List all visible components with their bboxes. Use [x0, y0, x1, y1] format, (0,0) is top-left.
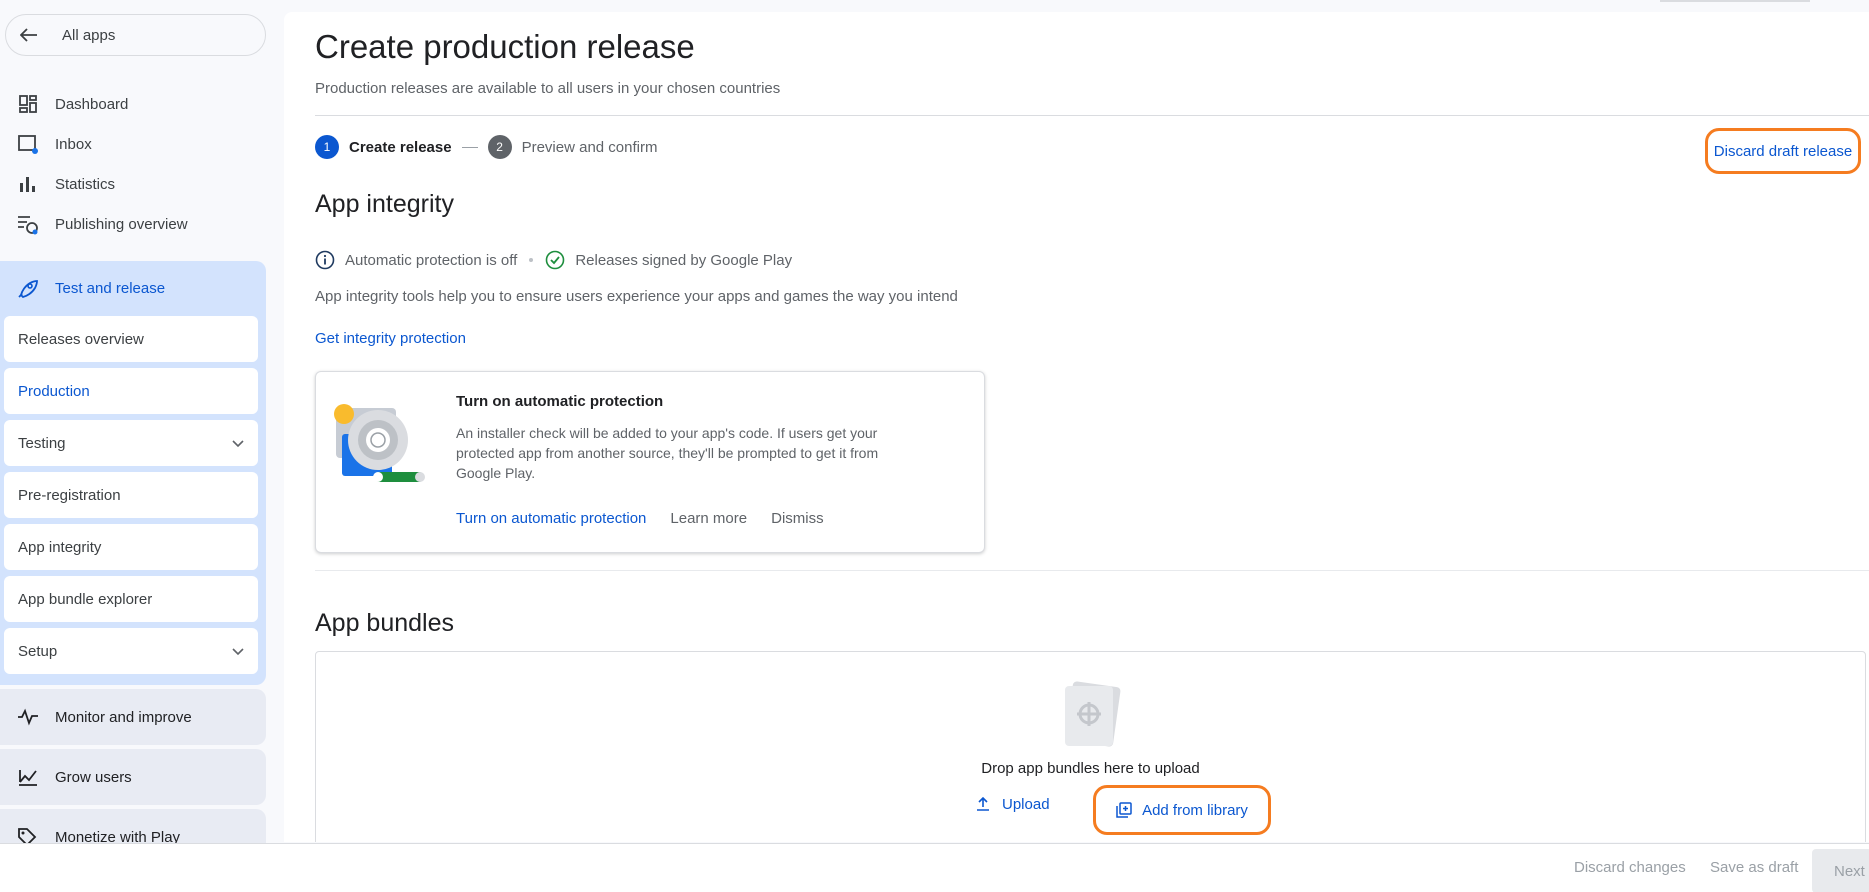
sidebar-item-app-bundle-explorer[interactable]: App bundle explorer [4, 576, 258, 622]
page-subtitle: Production releases are available to all… [315, 80, 781, 97]
upload-label: Upload [1002, 795, 1050, 813]
sidebar-item-label: Statistics [55, 175, 116, 193]
bar-chart-icon [17, 173, 39, 195]
rocket-icon [17, 277, 39, 299]
play-console-app: All apps Dashboard Inbox Statistics Publ… [0, 0, 1869, 892]
card-description: An installer check will be added to your… [456, 425, 879, 481]
step-create-release[interactable]: Create release [349, 139, 452, 156]
step-2-number: 2 [487, 135, 512, 159]
sidebar-item-label: Pre-registration [18, 486, 121, 504]
sidebar-item-label: Production [18, 382, 90, 400]
all-apps-button[interactable]: All apps [5, 14, 266, 56]
release-stepper: 1 Create release 2 Preview and confirm [315, 135, 657, 159]
main-content: Create production release Production rel… [284, 12, 1869, 842]
sidebar-item-dashboard[interactable]: Dashboard [0, 86, 266, 122]
all-apps-label: All apps [62, 26, 116, 44]
sidebar-item-testing[interactable]: Testing [4, 420, 258, 466]
inbox-icon [17, 133, 39, 155]
dismiss-button[interactable]: Dismiss [771, 510, 824, 527]
sidebar-item-label: Monitor and improve [55, 708, 192, 726]
sidebar-item-app-integrity[interactable]: App integrity [4, 524, 258, 570]
sidebar-item-label: Releases overview [18, 330, 144, 348]
chevron-down-icon [232, 435, 244, 452]
page-title: Create production release [315, 28, 695, 65]
sidebar-item-pre-registration[interactable]: Pre-registration [4, 472, 258, 518]
sidebar-item-label: App integrity [18, 538, 102, 556]
sidebar-item-statistics[interactable]: Statistics [0, 166, 266, 202]
sidebar-item-inbox[interactable]: Inbox [0, 126, 266, 162]
signing-status: Releases signed by Google Play [575, 251, 793, 269]
sidebar-item-publishing-overview[interactable]: Publishing overview [0, 206, 266, 242]
app-integrity-description: App integrity tools help you to ensure u… [315, 288, 958, 305]
sidebar-item-label: Dashboard [55, 95, 129, 113]
step-connector [461, 146, 478, 148]
save-as-draft-button[interactable]: Save as draft [1710, 859, 1798, 876]
sidebar-item-label: Publishing overview [55, 215, 188, 233]
card-actions: Turn on automatic protection Learn more … [456, 510, 848, 527]
protection-illustration [330, 400, 440, 484]
get-integrity-protection-link[interactable]: Get integrity protection [315, 330, 466, 347]
sidebar-item-label: Testing [18, 434, 66, 452]
upload-icon [976, 795, 994, 813]
app-bundle-illustration [1059, 680, 1121, 750]
back-arrow-icon [20, 25, 40, 45]
separator-dot [529, 258, 534, 262]
sidebar-item-label: Grow users [55, 768, 132, 786]
turn-on-automatic-protection-button[interactable]: Turn on automatic protection [456, 510, 646, 527]
sidebar-item-label: App bundle explorer [18, 590, 153, 608]
learn-more-button[interactable]: Learn more [670, 510, 747, 527]
publishing-overview-icon [17, 213, 39, 235]
divider [315, 570, 1869, 571]
check-circle-icon [545, 249, 567, 271]
sidebar-item-monitor-and-improve[interactable]: Monitor and improve [0, 689, 266, 745]
card-title: Turn on automatic protection [456, 393, 664, 410]
info-icon [315, 249, 337, 271]
chevron-down-icon [232, 643, 244, 660]
step-preview-and-confirm[interactable]: Preview and confirm [522, 139, 658, 156]
add-from-library-label: Add from library [1142, 801, 1248, 819]
sidebar-item-label: Inbox [55, 135, 92, 153]
top-edge-divider [1660, 0, 1810, 2]
discard-changes-button[interactable]: Discard changes [1574, 859, 1686, 876]
grow-users-icon [17, 766, 39, 788]
add-from-library-button[interactable]: Add from library [1093, 785, 1271, 835]
app-bundles-heading: App bundles [315, 609, 455, 637]
sidebar-item-production[interactable]: Production [4, 368, 258, 414]
library-add-icon [1116, 801, 1134, 819]
sidebar-item-grow-users[interactable]: Grow users [0, 749, 266, 805]
sidebar-item-test-and-release[interactable]: Test and release [0, 270, 266, 306]
protection-status: Automatic protection is off [345, 251, 518, 269]
discard-draft-release-button[interactable]: Discard draft release [1705, 128, 1861, 174]
sidebar: All apps Dashboard Inbox Statistics Publ… [0, 0, 275, 892]
drop-instructions: Drop app bundles here to upload [981, 760, 1200, 777]
divider [315, 115, 1869, 116]
app-bundle-drop-zone[interactable]: Drop app bundles here to upload Upload A… [315, 651, 1866, 842]
app-integrity-heading: App integrity [315, 190, 454, 218]
sidebar-item-setup[interactable]: Setup [4, 628, 258, 674]
sidebar-item-releases-overview[interactable]: Releases overview [4, 316, 258, 362]
integrity-status-row: Automatic protection is off Releases sig… [315, 249, 792, 271]
sidebar-item-label: Test and release [55, 279, 166, 297]
pulse-icon [17, 706, 39, 728]
upload-button[interactable]: Upload [976, 795, 1050, 813]
dashboard-icon [17, 93, 39, 115]
footer-action-bar: Discard changes Save as draft Next [0, 843, 1869, 892]
step-1-number: 1 [315, 135, 339, 159]
next-button[interactable]: Next [1812, 849, 1869, 892]
sidebar-item-label: Setup [18, 642, 58, 660]
automatic-protection-card: Turn on automatic protection An installe… [315, 371, 985, 553]
